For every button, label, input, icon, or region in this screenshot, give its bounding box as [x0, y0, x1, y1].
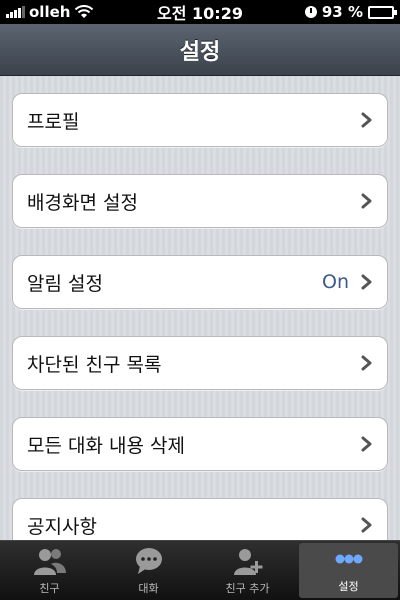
tab-chats[interactable]: 대화	[99, 541, 198, 600]
tab-friends[interactable]: 친구	[0, 541, 99, 600]
carrier-name: olleh	[29, 3, 71, 21]
status-right: 93 %	[304, 3, 397, 21]
settings-item-label: 모든 대화 내용 삭제	[27, 434, 185, 457]
settings-item-notifications[interactable]: 알림 설정 On	[12, 255, 388, 309]
settings-item-label: 차단된 친구 목록	[27, 353, 162, 376]
tab-label: 친구 추가	[225, 582, 270, 595]
alarm-clock-icon	[304, 6, 317, 18]
tab-label: 대화	[138, 582, 159, 595]
navigation-bar: 설정	[0, 24, 400, 76]
settings-item-blocked-friends[interactable]: 차단된 친구 목록	[12, 336, 388, 390]
signal-icon	[6, 6, 25, 18]
status-bar: olleh 오전 10:29 93 %	[0, 0, 400, 24]
settings-list[interactable]: 프로필 배경화면 설정 알림 설정 On 차단된 친구 목록 모든 대화 내용 …	[0, 76, 400, 540]
notification-status-value: On	[322, 271, 349, 293]
settings-item-notices[interactable]: 공지사항	[12, 498, 388, 540]
chevron-right-icon	[361, 274, 372, 290]
settings-item-label: 공지사항	[27, 515, 97, 538]
tab-add-friend[interactable]: 친구 추가	[198, 541, 297, 600]
tab-label: 설정	[338, 580, 359, 593]
settings-item-wallpaper[interactable]: 배경화면 설정	[12, 174, 388, 228]
tab-bar: 친구 대화 친구 추가 설정	[0, 540, 400, 600]
add-friend-icon	[233, 549, 262, 575]
more-icon	[335, 554, 362, 564]
tab-settings[interactable]: 설정	[299, 543, 398, 598]
chevron-right-icon	[361, 112, 372, 128]
wifi-icon	[75, 5, 94, 18]
battery-percent: 93 %	[321, 3, 363, 21]
settings-item-label: 배경화면 설정	[27, 191, 138, 214]
chevron-right-icon	[361, 517, 372, 533]
settings-item-label: 알림 설정	[27, 272, 103, 295]
friends-icon	[33, 549, 66, 575]
chat-icon	[135, 548, 162, 574]
status-left: olleh	[6, 3, 94, 21]
chevron-right-icon	[361, 193, 372, 209]
battery-icon	[368, 5, 397, 19]
page-title: 설정	[179, 39, 221, 65]
settings-item-delete-all-chats[interactable]: 모든 대화 내용 삭제	[12, 417, 388, 471]
settings-item-label: 프로필	[27, 110, 80, 133]
settings-item-profile[interactable]: 프로필	[12, 93, 388, 147]
tab-label: 친구	[39, 582, 60, 595]
chevron-right-icon	[361, 355, 372, 371]
chevron-right-icon	[361, 436, 372, 452]
